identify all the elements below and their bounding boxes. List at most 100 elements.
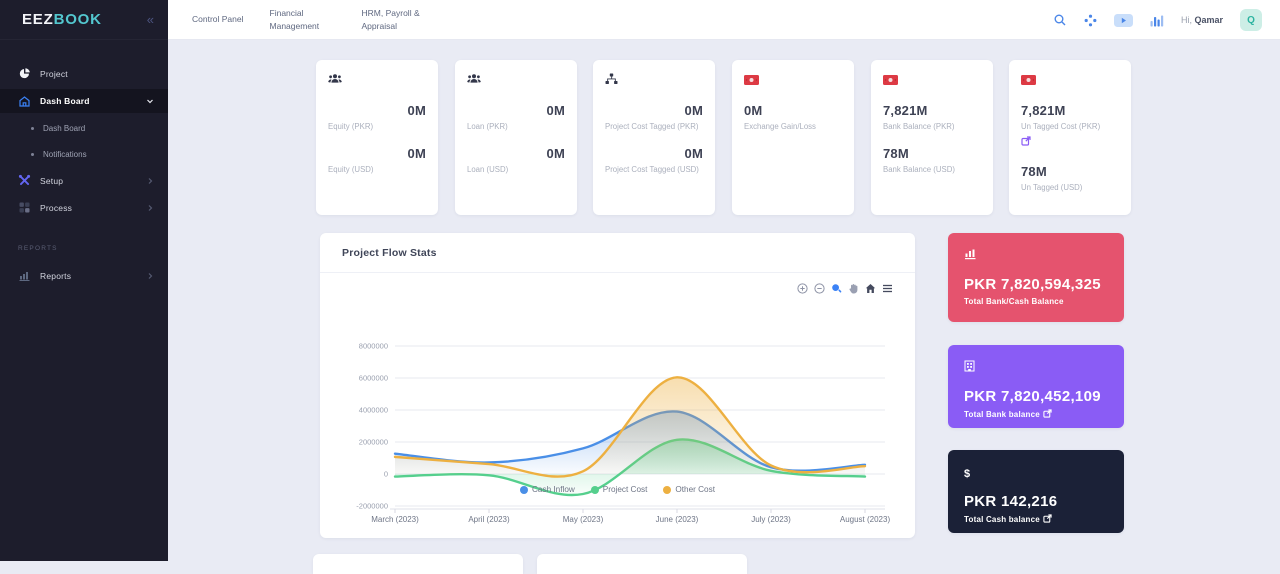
stat-value: 78M [1021, 164, 1119, 179]
x-axis-tick-label: August (2023) [840, 515, 891, 524]
stat-label: Exchange Gain/Loss [744, 121, 842, 133]
external-link-icon[interactable] [1043, 409, 1052, 420]
stat-block: 0M Equity (USD) [328, 146, 426, 176]
sidebar-subitem-notifications[interactable]: Notifications [0, 141, 168, 167]
summary-label: Total Cash balance [964, 514, 1108, 525]
topbar: Control Panel Financial Management HRM, … [168, 0, 1280, 40]
bullet-dot-icon [31, 153, 34, 156]
search-icon[interactable] [1053, 13, 1067, 27]
stat-value: 78M [883, 146, 981, 161]
legend-item[interactable]: Cash Inflow [520, 485, 575, 494]
sidebar-item-process[interactable]: Process [0, 194, 168, 221]
sidebar-item-project[interactable]: Project [0, 60, 168, 87]
summary-value: PKR 7,820,594,325 [964, 276, 1108, 293]
topbar-tabs: Control Panel Financial Management HRM, … [168, 7, 428, 32]
x-axis-tick-label: March (2023) [371, 515, 419, 524]
summary-label: Total Bank balance [964, 409, 1108, 420]
stat-block: 78M Un Tagged (USD) [1021, 164, 1119, 194]
stat-label: Bank Balance (USD) [883, 164, 981, 176]
legend-dot-icon [520, 486, 528, 494]
stat-block: 0M Loan (USD) [467, 146, 565, 176]
tab-hrm-payroll-appraisal[interactable]: HRM, Payroll & Appraisal [362, 7, 428, 32]
tab-financial-management[interactable]: Financial Management [270, 7, 336, 32]
user-greeting[interactable]: Hi, Qamar [1181, 15, 1223, 25]
stat-label: Un Tagged (USD) [1021, 182, 1119, 194]
summary-label: Total Bank/Cash Balance [964, 297, 1108, 306]
pie-icon [18, 67, 31, 80]
chart-legend: Cash Inflow Project Cost Other Cost [320, 485, 915, 494]
sidebar-item-setup[interactable]: Setup [0, 167, 168, 194]
video-icon[interactable] [1114, 14, 1133, 27]
stats-icon[interactable] [1150, 14, 1164, 27]
stat-label: Project Cost Tagged (PKR) [605, 121, 703, 133]
legend-label: Cash Inflow [532, 485, 575, 494]
x-axis-tick-label: June (2023) [656, 515, 699, 524]
external-link-icon[interactable] [1043, 514, 1052, 525]
stat-label: Equity (PKR) [328, 121, 426, 133]
selection-zoom-icon[interactable] [831, 283, 842, 294]
summary-value: PKR 7,820,452,109 [964, 388, 1108, 405]
stat-label: Loan (PKR) [467, 121, 565, 133]
card-stub [537, 554, 747, 574]
sidebar-item-dashboard[interactable]: Dash Board [0, 89, 168, 113]
external-link-icon[interactable] [1021, 136, 1031, 146]
main-content: 0M Equity (PKR) 0M Equity (USD) 0M Loan … [168, 40, 1280, 561]
sidebar-item-label: Project [40, 69, 154, 79]
pan-icon[interactable] [848, 283, 859, 294]
sidebar-item-reports[interactable]: Reports [0, 262, 168, 289]
bullet-dot-icon [31, 127, 34, 130]
stat-label: Un Tagged Cost (PKR) [1021, 121, 1119, 133]
stat-value: 0M [744, 103, 842, 118]
stat-card-untagged-cost: 7,821M Un Tagged Cost (PKR) 78M Un Tagge… [1009, 60, 1131, 215]
chevron-down-icon [146, 97, 154, 105]
topbar-actions: Hi, Qamar Q [1053, 0, 1262, 40]
stat-value: 0M [605, 103, 703, 118]
dollar-icon: $ [964, 468, 970, 480]
sidebar-menu: Project Dash Board Dash Board Notificati… [0, 40, 168, 289]
app-logo[interactable]: EEZBOOK [22, 11, 102, 28]
sidebar-subitem-dashboard[interactable]: Dash Board [0, 115, 168, 141]
users-icon [467, 73, 481, 86]
sitemap-icon [605, 73, 618, 86]
stat-value: 0M [328, 146, 426, 161]
avatar[interactable]: Q [1240, 9, 1262, 31]
stat-value: 7,821M [1021, 103, 1119, 118]
stat-card-equity: 0M Equity (PKR) 0M Equity (USD) [316, 60, 438, 215]
chart-icon [964, 248, 977, 260]
y-axis-tick-label: 0 [384, 470, 388, 479]
sidebar-subitem-label: Notifications [43, 150, 87, 159]
sidebar-item-label: Setup [40, 176, 146, 186]
sidebar-item-label: Process [40, 203, 146, 213]
stat-block: 0M Loan (PKR) [467, 103, 565, 133]
stat-label: Equity (USD) [328, 164, 426, 176]
stat-block: 78M Bank Balance (USD) [883, 146, 981, 176]
home-icon[interactable] [865, 283, 876, 294]
x-axis-tick-label: May (2023) [563, 515, 604, 524]
x-axis-tick-label: July (2023) [751, 515, 791, 524]
banknote-icon [1021, 75, 1036, 88]
sidebar-item-label: Reports [40, 271, 146, 281]
tab-control-panel[interactable]: Control Panel [192, 13, 244, 25]
process-icon [18, 201, 31, 214]
stat-card-exchange-gain-loss: 0M Exchange Gain/Loss [732, 60, 854, 215]
card-stub [313, 554, 523, 574]
summary-card-bank-balance: PKR 7,820,452,109 Total Bank balance [948, 345, 1124, 428]
stat-value: 0M [328, 103, 426, 118]
menu-icon[interactable] [882, 283, 893, 294]
chevron-right-icon [146, 272, 154, 280]
logo-primary: EEZ [22, 11, 54, 28]
sidebar-collapse-icon[interactable]: « [147, 13, 154, 26]
legend-item[interactable]: Project Cost [591, 485, 648, 494]
sidebar-item-label: Dash Board [40, 96, 146, 106]
banknote-icon [883, 75, 898, 88]
chart-toolbar [797, 283, 893, 294]
tools-icon [18, 174, 31, 187]
bank-icon [964, 360, 975, 372]
logo-secondary: BOOK [54, 11, 102, 28]
chevron-right-icon [146, 177, 154, 185]
y-axis-tick-label: 4000000 [359, 406, 388, 415]
apps-icon[interactable] [1084, 14, 1097, 27]
zoom-out-icon[interactable] [814, 283, 825, 294]
legend-item[interactable]: Other Cost [663, 485, 715, 494]
zoom-in-icon[interactable] [797, 283, 808, 294]
